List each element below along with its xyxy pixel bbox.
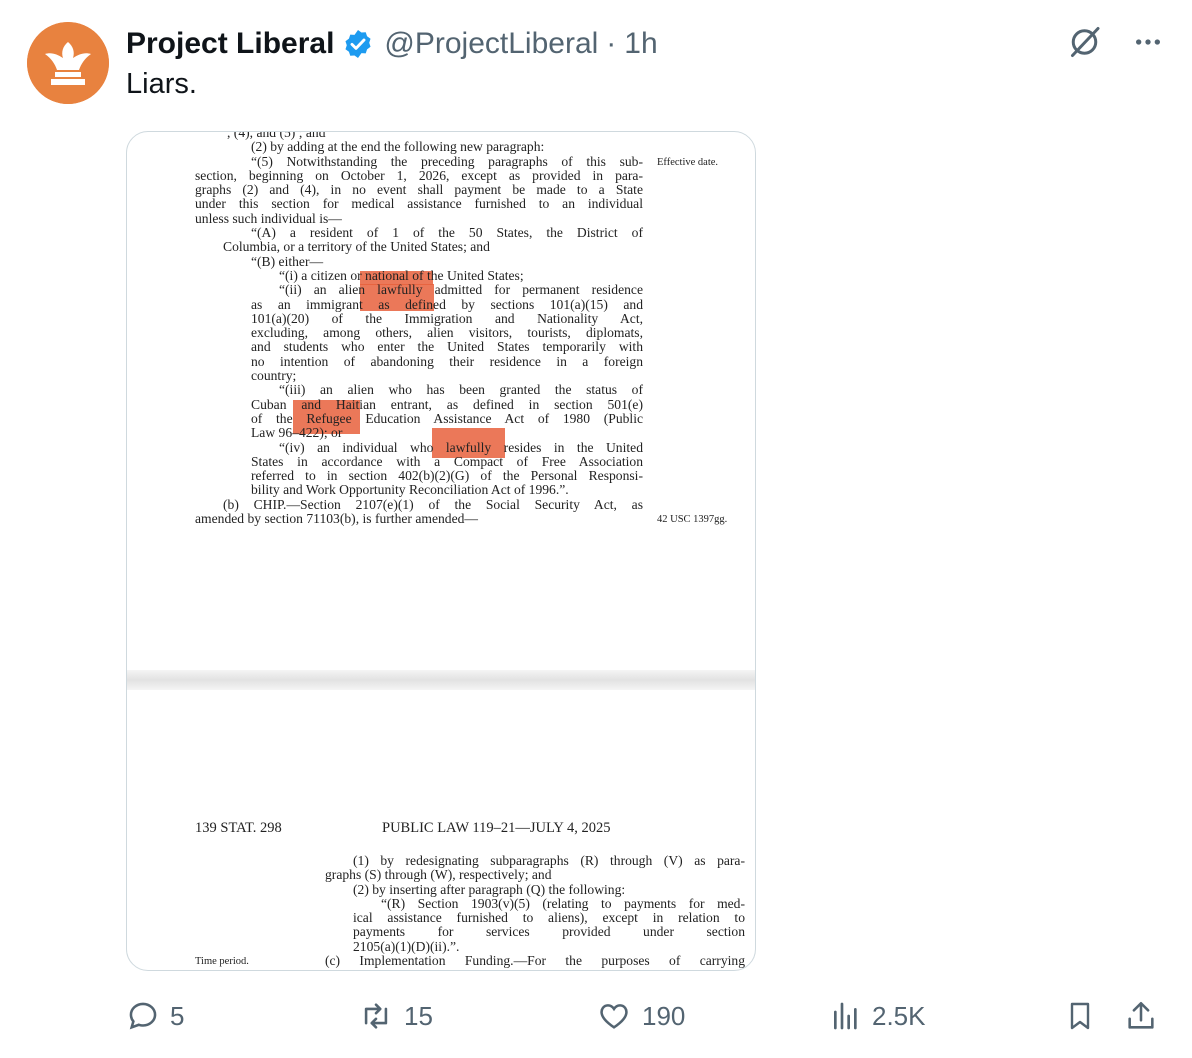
doc-line: bility and Work Opportunity Reconciliati… [251, 482, 569, 498]
doc-line: 101(a)(20) of the Immigration and Nation… [251, 310, 643, 326]
share-icon [1128, 1001, 1154, 1029]
reply-icon [129, 1002, 157, 1030]
share-button[interactable] [1124, 990, 1158, 1042]
doc-line: no intention of abandoning their residen… [251, 353, 643, 369]
tweet-media[interactable]: , (4), and (5) ; and (2) by adding at th… [126, 131, 756, 971]
top-icons [1068, 24, 1164, 60]
doc-line: amended by section 71103(b), is further … [195, 511, 478, 527]
heart-icon [600, 1004, 628, 1029]
doc-line: 2105(a)(1)(D)(ii).”. [353, 938, 460, 954]
doc-line: “(i) a citizen or national of the United… [279, 267, 524, 283]
doc-line: graphs (S) through (W), respectively; an… [325, 867, 552, 883]
doc-line: ical assistance furnished to aliens), ex… [353, 910, 745, 926]
reply-button[interactable]: 5 [126, 990, 184, 1042]
doc-line: (2) by adding at the end the following n… [251, 139, 545, 155]
author-name[interactable]: Project Liberal [126, 27, 334, 61]
doc-top-lines: (2) by adding at the end the following n… [195, 139, 643, 527]
phoenix-logo-icon [27, 22, 109, 104]
tweet-header: Project Liberal @ProjectLiberal · 1h [126, 24, 658, 64]
like-button[interactable]: 190 [596, 990, 685, 1042]
views-chart-icon [834, 1002, 857, 1030]
doc-line: “(iv) an individual who lawfully resides… [279, 439, 643, 455]
reply-count: 5 [170, 1000, 185, 1031]
doc-line: “(5) Notwithstanding the preceding parag… [251, 153, 643, 169]
doc-line: under this section for medical assistanc… [195, 196, 643, 212]
page-header-stat: 139 STAT. 298 [195, 820, 282, 836]
bookmark-button[interactable] [1064, 990, 1096, 1042]
tweet-text: Liars. [126, 68, 197, 100]
author-handle[interactable]: @ProjectLiberal [384, 27, 598, 61]
doc-line: (c) Implementation Funding.—For the purp… [325, 953, 745, 969]
repost-count: 15 [404, 1000, 433, 1031]
doc-line: “(iii) an alien who has been granted the… [279, 382, 643, 398]
page-separator [127, 670, 755, 690]
more-icon[interactable] [1132, 26, 1164, 58]
action-bar: 5 15 190 2.5K [0, 990, 1192, 1042]
doc-line: country; [251, 368, 297, 384]
doc-line: section, beginning on October 1, 2026, e… [195, 167, 643, 183]
separator-dot: · [606, 27, 617, 60]
doc-bottom-lines: (1) by redesignating subparagraphs (R) t… [325, 853, 745, 969]
timestamp[interactable]: 1h [624, 27, 657, 61]
page-header-law: PUBLIC LAW 119–21—JULY 4, 2025 [382, 820, 611, 836]
doc-line: (1) by redesignating subparagraphs (R) t… [353, 853, 745, 868]
bookmark-icon [1070, 1002, 1090, 1030]
margin-note: Time period. [195, 956, 249, 967]
doc-line: unless such individual is— [195, 210, 342, 226]
doc-line: “(A) a resident of 1 of the 50 States, t… [251, 225, 643, 241]
margin-note: 42 USC 1397gg. [657, 514, 728, 525]
repost-button[interactable]: 15 [358, 990, 433, 1042]
doc-line: referred to in section 402(b)(2)(G) of t… [251, 468, 643, 484]
margin-note: Effective date. [657, 157, 719, 168]
doc-line: as an immigrant as defined by sections 1… [251, 296, 643, 312]
doc-line: excluding, among others, alien visitors,… [251, 325, 643, 341]
repost-icon [364, 1003, 388, 1029]
document-top: , (4), and (5) ; and (2) by adding at th… [195, 132, 643, 527]
doc-line: payments for services provided under sec… [353, 924, 745, 940]
avatar[interactable] [27, 22, 109, 104]
verified-badge-icon [345, 30, 371, 58]
doc-line: graphs (2) and (4), in no event shall pa… [195, 182, 643, 198]
grok-icon[interactable] [1068, 24, 1104, 60]
doc-line: Columbia, or a territory of the United S… [223, 239, 490, 255]
views-count: 2.5K [872, 1000, 926, 1031]
like-count: 190 [642, 1000, 686, 1031]
views-button[interactable]: 2.5K [830, 990, 926, 1042]
doc-line: “(B) either— [251, 253, 324, 269]
document-bottom: (1) by redesignating subparagraphs (R) t… [325, 853, 745, 969]
doc-line: (b) CHIP.—Section 2107(e)(1) of the Soci… [223, 496, 643, 512]
doc-line: (2) by inserting after paragraph (Q) the… [353, 881, 626, 897]
doc-line: “(R) Section 1903(v)(5) (relating to pay… [381, 895, 745, 911]
doc-line: “(ii) an alien lawfully admitted for per… [279, 282, 643, 298]
doc-line: of the Refugee Education Assistance Act … [251, 410, 643, 426]
doc-line: Law 96–422); or [251, 425, 343, 441]
doc-line: Cuban and Haitian entrant, as defined in… [251, 396, 643, 412]
doc-line: and students who enter the United States… [251, 339, 643, 355]
doc-line: States in accordance with a Compact of F… [251, 453, 643, 469]
